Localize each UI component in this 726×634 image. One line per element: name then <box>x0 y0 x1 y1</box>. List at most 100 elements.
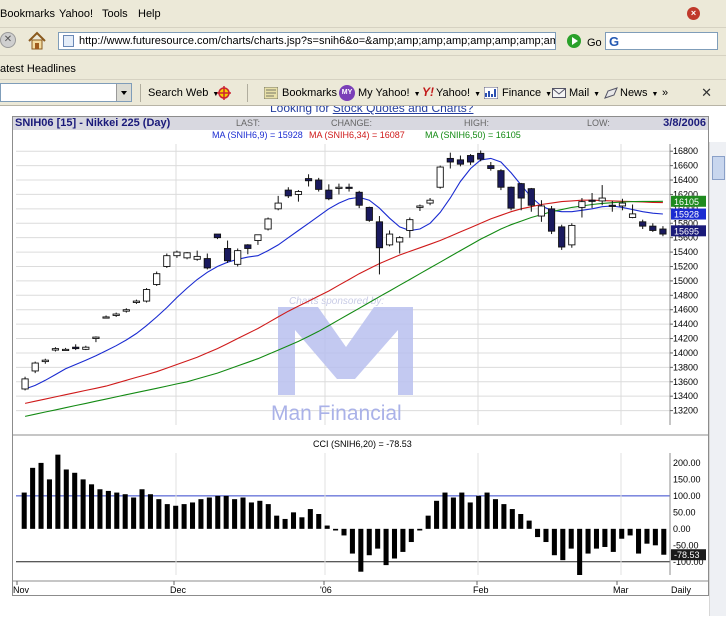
cci-bar <box>131 497 137 529</box>
cci-bar <box>30 467 36 529</box>
price-tick-label: 15400 <box>673 247 698 257</box>
cci-grid <box>16 453 670 575</box>
chart-frame: SNIH06 [15] - Nikkei 225 (Day) LAST: CHA… <box>12 116 709 596</box>
yahoo-search-input[interactable] <box>0 83 132 102</box>
price-tick-label: 13800 <box>673 362 698 372</box>
more-chevron-icon[interactable]: » <box>662 87 668 99</box>
candle-body <box>284 189 292 197</box>
candle-body <box>82 346 90 350</box>
cci-bar <box>248 502 254 529</box>
cci-bar <box>408 528 414 543</box>
my-yahoo-label: My Yahoo! <box>358 87 410 99</box>
cci-bar <box>476 495 482 529</box>
cci-bar <box>509 509 515 529</box>
go-button[interactable]: Go <box>587 37 602 49</box>
candle-body <box>264 218 272 230</box>
man-financial-watermark: Charts sponsored by: Man Financial <box>271 296 413 425</box>
cci-bar <box>164 504 170 529</box>
candle-body <box>102 316 110 319</box>
finance-label: Finance <box>502 87 542 99</box>
my-yahoo-button[interactable]: My Yahoo! ▼ <box>358 87 421 99</box>
cci-tick-label: 0.00 <box>673 524 691 534</box>
yahoo-label: Yahoo! <box>436 87 471 99</box>
candle-body <box>568 224 576 246</box>
cci-bar <box>265 504 271 529</box>
price-tick-label: 14600 <box>673 305 698 315</box>
price-grid <box>16 144 670 425</box>
cci-bar <box>282 518 288 529</box>
cci-tick-label: 200.00 <box>673 458 701 468</box>
candle-body <box>153 273 161 285</box>
watermark-brand: Man Financial <box>271 402 402 425</box>
web-search-input[interactable]: G <box>605 32 718 50</box>
cci-bar <box>652 528 658 546</box>
cci-bar <box>543 528 549 543</box>
cci-bar <box>366 528 372 556</box>
cci-bar <box>610 528 616 552</box>
google-icon: G <box>609 34 620 49</box>
cci-bar <box>585 528 591 554</box>
vertical-scrollbar[interactable] <box>709 142 726 616</box>
candle-body <box>51 348 60 351</box>
candle-body <box>527 188 535 206</box>
price-tag-label: 15928 <box>674 210 699 220</box>
candle-body <box>396 237 404 243</box>
menu-bookmarks[interactable]: Bookmarks <box>0 8 55 20</box>
toolbar-divider <box>247 84 248 102</box>
close-icon[interactable]: × <box>687 7 700 20</box>
chevron-down-icon[interactable] <box>116 84 131 101</box>
search-web-button[interactable]: Search Web ▼ <box>148 87 219 99</box>
candle-body <box>406 219 414 231</box>
cci-bar <box>72 472 78 529</box>
candle-body <box>31 362 39 372</box>
candle-body <box>274 202 282 210</box>
menu-help[interactable]: Help <box>138 8 161 20</box>
time-tick-label: Feb <box>473 585 489 595</box>
finance-button[interactable]: Finance ▼ <box>502 87 552 99</box>
address-url: http://www.futuresource.com/charts/chart… <box>79 35 556 47</box>
news-button[interactable]: News ▼ <box>620 87 658 99</box>
candle-body <box>315 179 323 190</box>
candle-body <box>436 166 444 188</box>
cci-bar <box>257 500 263 529</box>
search-web-label: Search Web <box>148 87 209 99</box>
cci-bar <box>535 528 541 538</box>
latest-headlines-link[interactable]: atest Headlines <box>0 63 76 75</box>
cci-bar <box>114 492 120 529</box>
cci-bar <box>55 454 61 529</box>
menu-tools[interactable]: Tools <box>102 8 128 20</box>
go-icon[interactable] <box>567 34 581 48</box>
cci-bar <box>232 499 238 529</box>
price-tick-label: 15000 <box>673 276 698 286</box>
candle-body <box>497 170 505 188</box>
home-icon[interactable] <box>26 30 48 52</box>
address-bar[interactable]: http://www.futuresource.com/charts/chart… <box>58 32 556 50</box>
candle-body <box>517 183 525 199</box>
cci-bar <box>551 528 557 556</box>
cci-bar <box>467 502 473 529</box>
candle-body <box>72 346 80 350</box>
cci-bar <box>400 528 406 552</box>
menu-yahoo[interactable]: Yahoo! <box>59 8 93 20</box>
cci-bar <box>518 514 524 529</box>
stock-quotes-link[interactable]: Stock Quotes and Charts? <box>333 106 474 115</box>
yahoo-button[interactable]: Yahoo! ▼ <box>436 87 481 99</box>
stop-icon[interactable]: ✕ <box>0 32 16 48</box>
price-tick-label: 14800 <box>673 290 698 300</box>
candle-body <box>142 289 151 302</box>
toolbar-close-icon[interactable]: ✕ <box>701 85 712 101</box>
time-tick-label: Dec <box>170 585 187 595</box>
cci-tick-label: 100.00 <box>673 491 701 501</box>
highlight-icon[interactable] <box>217 86 231 100</box>
mail-button[interactable]: Mail ▼ <box>569 87 600 99</box>
price-tick-label: 13400 <box>673 391 698 401</box>
cci-bar <box>240 497 246 529</box>
candle-body <box>547 208 556 232</box>
scrollbar-thumb[interactable] <box>712 156 725 180</box>
cci-bar <box>274 515 280 529</box>
time-tick-label: '06 <box>320 585 332 595</box>
time-tick-label: Nov <box>13 585 30 595</box>
candle-body <box>558 226 566 248</box>
candle-body <box>112 313 120 316</box>
time-tick-label: Daily <box>671 585 692 595</box>
